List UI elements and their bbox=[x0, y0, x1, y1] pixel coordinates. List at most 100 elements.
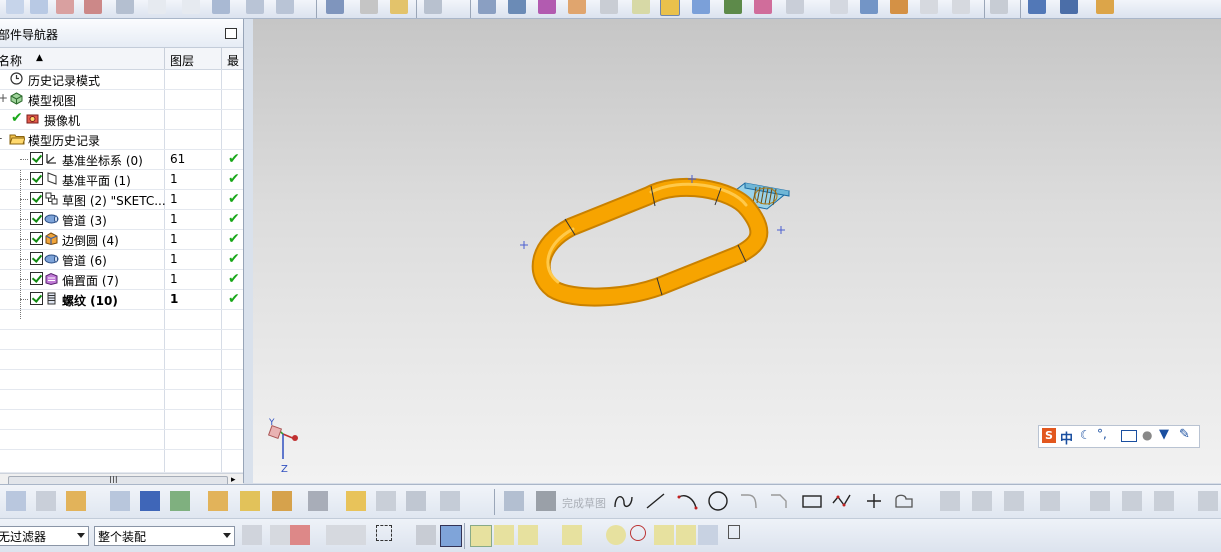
visibility-checkbox[interactable] bbox=[30, 212, 43, 225]
snap-line-icon[interactable] bbox=[518, 525, 538, 545]
paint-icon[interactable] bbox=[538, 0, 556, 14]
user-icon[interactable]: ● bbox=[1142, 428, 1152, 442]
pattern-icon[interactable] bbox=[240, 491, 260, 511]
coil-icon[interactable] bbox=[424, 0, 442, 14]
frame-icon[interactable] bbox=[990, 0, 1008, 14]
snap-spline-icon[interactable] bbox=[562, 525, 582, 545]
assembly-icon[interactable] bbox=[6, 491, 26, 511]
person-icon[interactable] bbox=[692, 0, 710, 14]
photo-icon[interactable] bbox=[890, 0, 908, 14]
view-triad[interactable]: Y Z bbox=[267, 418, 298, 475]
visibility-checkbox[interactable] bbox=[30, 272, 43, 285]
snap-curve-icon[interactable] bbox=[540, 525, 560, 545]
graphics-viewport[interactable]: Y Z bbox=[253, 19, 1221, 483]
line-icon[interactable] bbox=[644, 491, 668, 511]
model-canvas[interactable]: Y Z bbox=[253, 19, 1221, 483]
tree-row-feature[interactable]: 边倒圆 (4) 1 ✔ bbox=[0, 229, 243, 250]
point-icon[interactable] bbox=[862, 491, 886, 511]
cube-gray-icon[interactable] bbox=[830, 0, 848, 14]
visibility-checkbox[interactable] bbox=[30, 252, 43, 265]
layer-icon[interactable] bbox=[600, 0, 618, 14]
tree-row-feature[interactable]: 偏置面 (7) 1 ✔ bbox=[0, 269, 243, 290]
chamfer-icon[interactable] bbox=[768, 491, 792, 511]
box-icon[interactable] bbox=[860, 0, 878, 14]
snap-endpoint-icon[interactable] bbox=[470, 525, 492, 547]
spring-icon[interactable] bbox=[360, 0, 378, 14]
extrude-icon[interactable] bbox=[212, 0, 230, 14]
profile-icon[interactable] bbox=[612, 491, 636, 511]
pick-icon[interactable] bbox=[326, 525, 346, 545]
snap-intersection-icon[interactable] bbox=[654, 525, 674, 545]
extend-icon[interactable] bbox=[972, 491, 992, 511]
explode-icon[interactable] bbox=[208, 491, 228, 511]
circle-icon[interactable] bbox=[706, 490, 730, 512]
snap-icon[interactable] bbox=[290, 525, 310, 545]
wave-icon[interactable] bbox=[308, 491, 328, 511]
revolve-icon[interactable] bbox=[246, 0, 264, 14]
column-latest[interactable]: 最 bbox=[227, 52, 239, 69]
snap-onpoint-icon[interactable] bbox=[676, 525, 696, 545]
wire-cube-icon[interactable] bbox=[920, 0, 938, 14]
image-icon[interactable] bbox=[724, 0, 742, 14]
trim-icon[interactable] bbox=[940, 491, 960, 511]
tree-row-feature[interactable]: 管道 (3) 1 ✔ bbox=[0, 209, 243, 230]
selection-scope-dropdown[interactable]: 整个装配 bbox=[94, 526, 235, 546]
box-select-icon[interactable] bbox=[376, 525, 392, 541]
hidden-cube-icon[interactable] bbox=[952, 0, 970, 14]
tree-row-feature[interactable]: 基准坐标系 (0) 61 ✔ bbox=[0, 149, 243, 170]
color-icon[interactable] bbox=[568, 0, 586, 14]
curve-tool-icon[interactable] bbox=[30, 0, 48, 14]
offset-icon[interactable] bbox=[892, 491, 920, 511]
material-icon[interactable] bbox=[754, 0, 772, 14]
cube-icon[interactable] bbox=[786, 0, 804, 14]
mirror-icon[interactable] bbox=[140, 491, 160, 511]
solid-select-icon[interactable] bbox=[440, 525, 462, 547]
save-icon[interactable] bbox=[1028, 0, 1046, 14]
add-component-icon[interactable] bbox=[66, 491, 86, 511]
snap-center-icon[interactable] bbox=[606, 525, 626, 545]
sketch-tool-icon[interactable] bbox=[6, 0, 24, 14]
tree-row-feature[interactable]: 管道 (6) 1 ✔ bbox=[0, 249, 243, 270]
visibility-checkbox[interactable] bbox=[30, 152, 43, 165]
replace-icon[interactable] bbox=[272, 491, 292, 511]
fillet-icon[interactable] bbox=[738, 491, 762, 511]
reference-icon[interactable] bbox=[376, 491, 396, 511]
tree-row-feature[interactable]: 螺纹 (10) 1 ✔ bbox=[0, 289, 243, 310]
sort-ascending-icon[interactable]: ▲ bbox=[36, 53, 43, 63]
expand-icon[interactable]: + bbox=[0, 91, 8, 105]
tree-row-history-mode[interactable]: 历史记录模式 bbox=[0, 69, 243, 90]
grid-icon[interactable] bbox=[728, 525, 740, 539]
relations-icon[interactable] bbox=[1122, 491, 1142, 511]
thread-tool-icon[interactable] bbox=[390, 0, 408, 14]
snap-quadrant-icon[interactable] bbox=[630, 525, 646, 541]
link-icon[interactable] bbox=[346, 491, 366, 511]
splitter[interactable] bbox=[244, 19, 253, 483]
corner-icon[interactable] bbox=[1004, 491, 1024, 511]
point-set-icon[interactable] bbox=[182, 0, 200, 14]
clone-icon[interactable] bbox=[406, 491, 426, 511]
tree-row-feature[interactable]: 基准平面 (1) 1 ✔ bbox=[0, 169, 243, 190]
column-name[interactable]: 名称 bbox=[0, 52, 22, 69]
print-icon[interactable] bbox=[478, 0, 496, 14]
point-tool-icon[interactable] bbox=[116, 0, 134, 14]
arc-icon[interactable] bbox=[676, 491, 700, 511]
auto-constrain-icon[interactable] bbox=[1154, 491, 1174, 511]
visibility-checkbox[interactable] bbox=[30, 192, 43, 205]
moon-icon[interactable]: ☾ bbox=[1080, 428, 1091, 442]
tree-row-camera[interactable]: ✔ 摄像机 bbox=[0, 109, 243, 130]
visibility-checkbox[interactable] bbox=[30, 292, 43, 305]
type-filter-dropdown[interactable]: 无过滤器 bbox=[0, 526, 89, 546]
keyboard-icon[interactable] bbox=[1121, 430, 1137, 442]
chevron-down-icon[interactable] bbox=[77, 533, 85, 538]
ime-mode[interactable]: 中 bbox=[1060, 428, 1073, 447]
selection-mode-icon[interactable] bbox=[416, 525, 436, 545]
rectangle-icon[interactable] bbox=[800, 491, 824, 511]
tree-row-feature[interactable]: 草图 (2) "SKETC... 1 ✔ bbox=[0, 189, 243, 210]
visibility-checkbox[interactable] bbox=[30, 232, 43, 245]
ime-toolbar[interactable]: S 中 ☾ °, ● ▼ ✎ bbox=[1038, 425, 1200, 448]
filter-icon[interactable] bbox=[242, 525, 262, 545]
view-icon[interactable] bbox=[508, 0, 526, 14]
shaded-icon[interactable] bbox=[660, 0, 680, 16]
text-tool-icon[interactable] bbox=[56, 0, 74, 14]
move-component-icon[interactable] bbox=[110, 491, 130, 511]
